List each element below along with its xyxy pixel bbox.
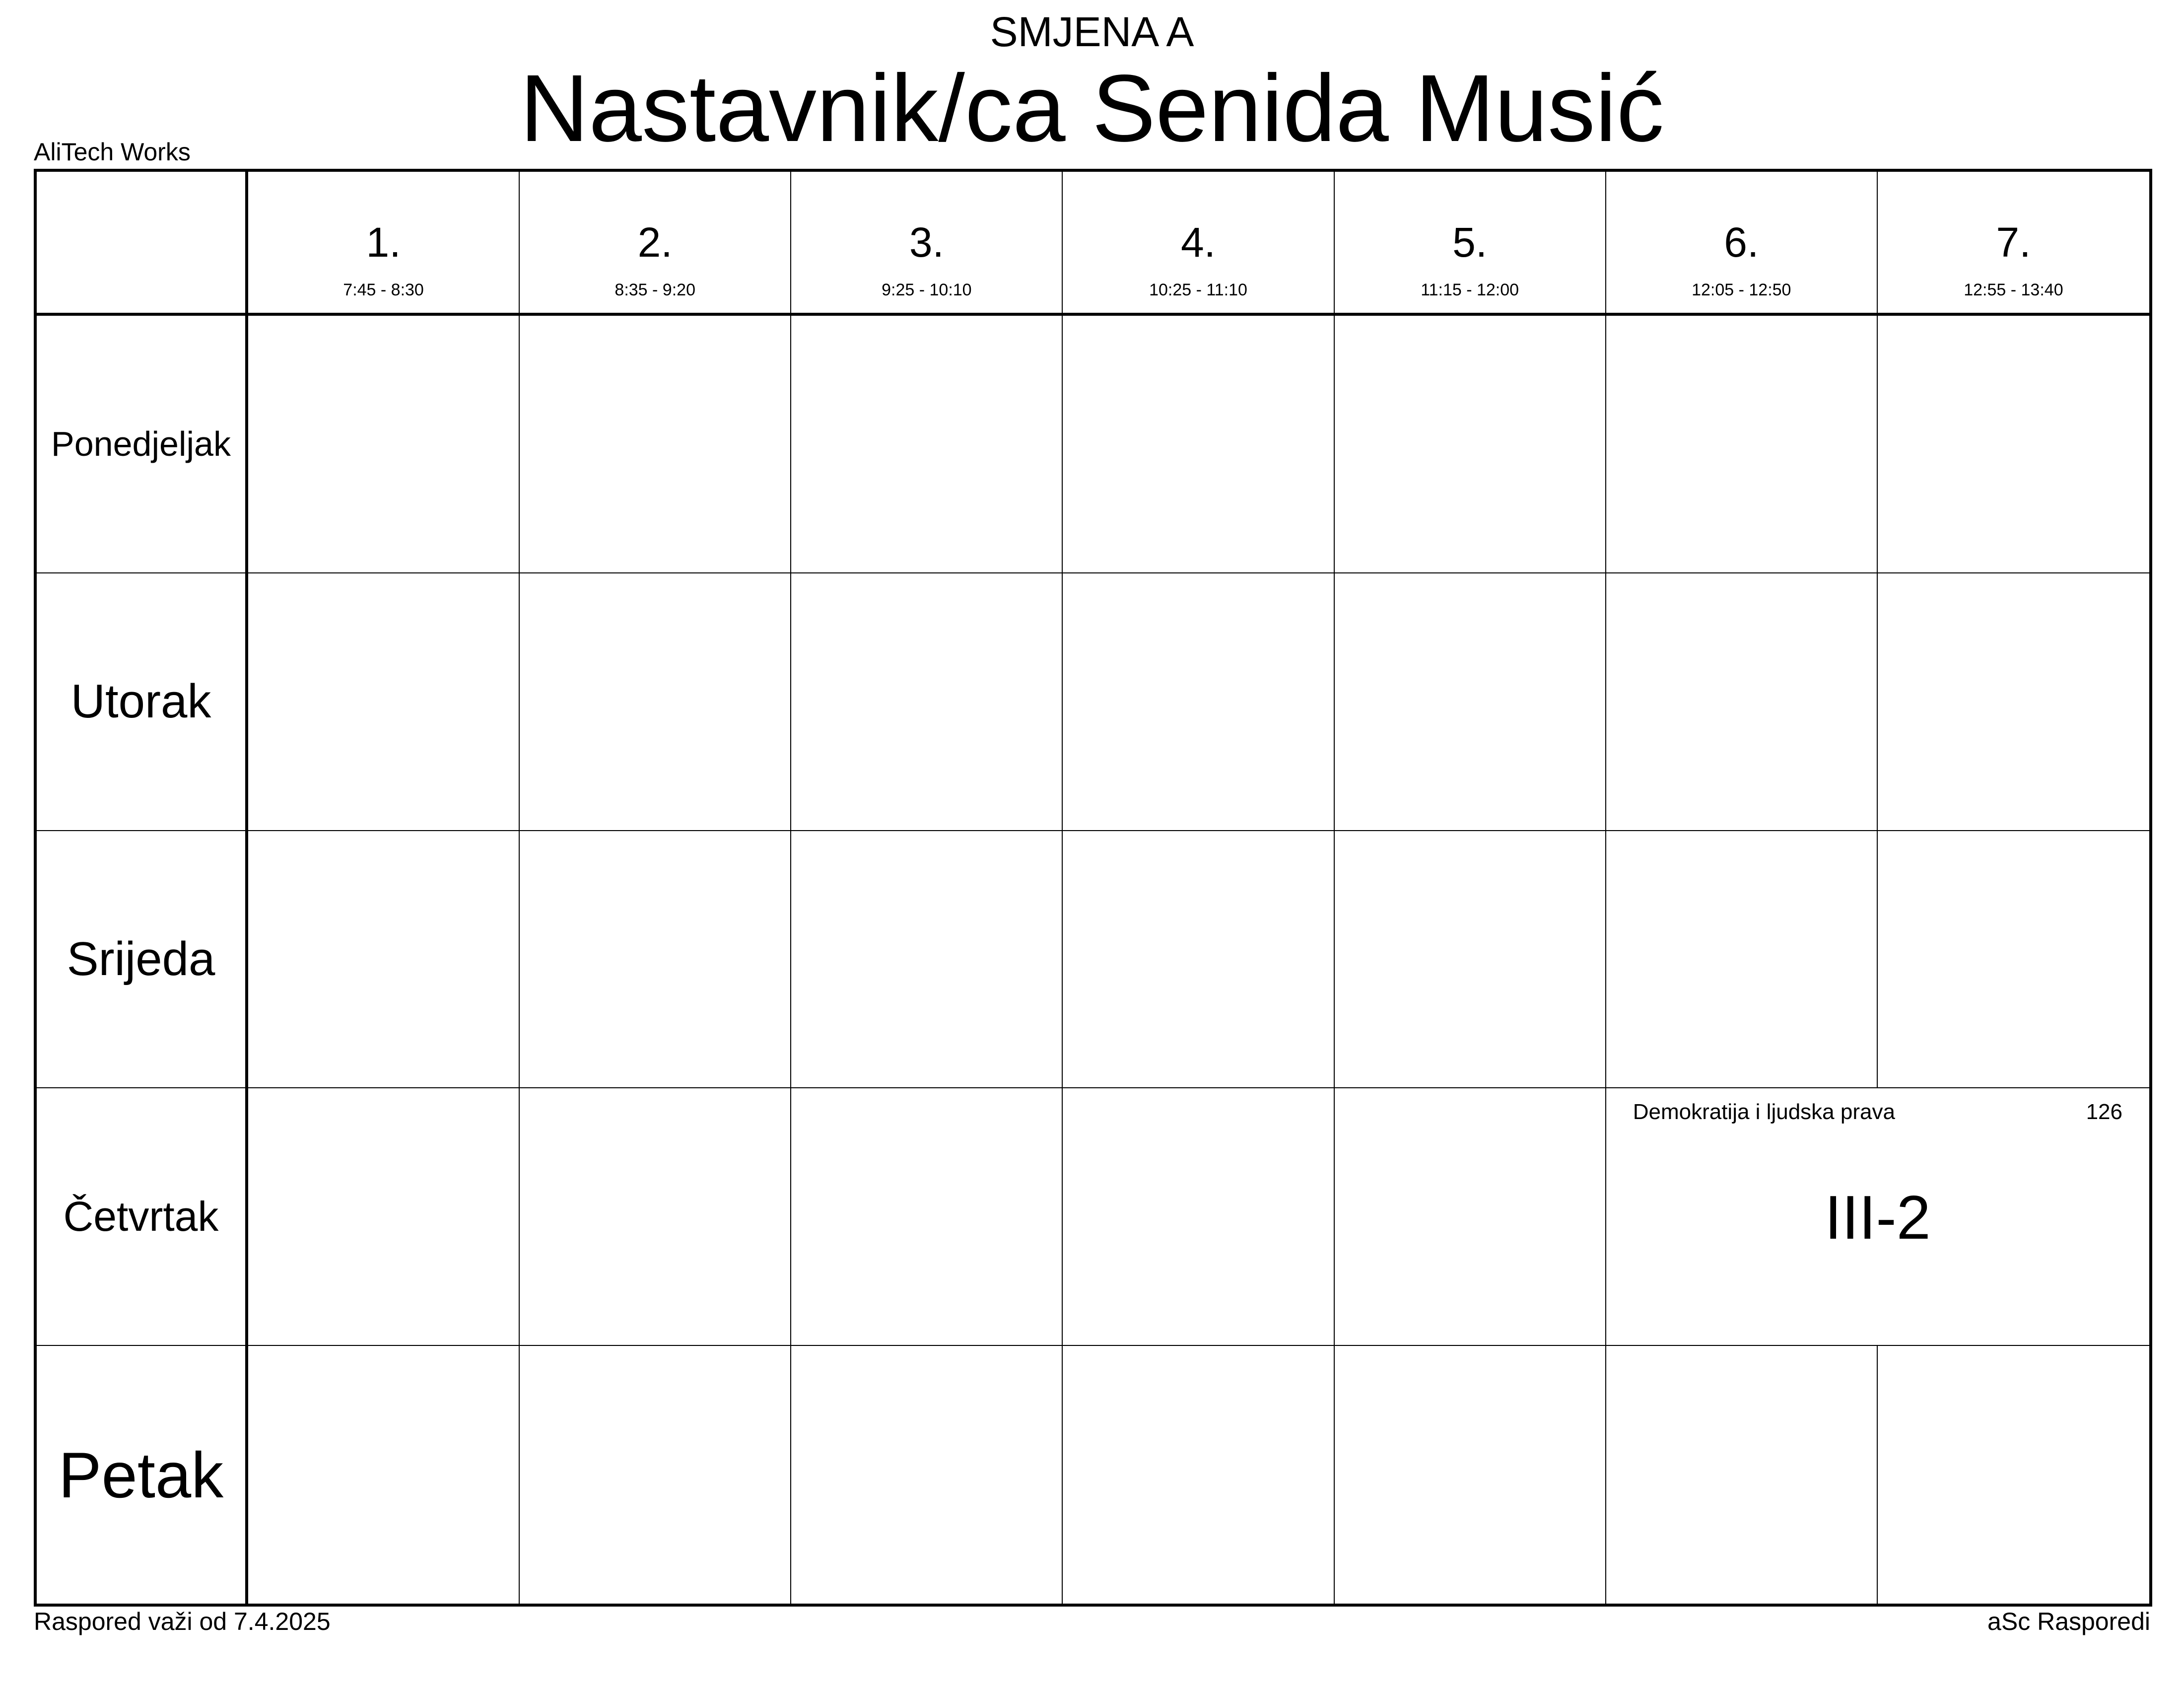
period-header-7: 7. 12:55 - 13:40	[1877, 172, 2149, 316]
slot-cell	[520, 831, 792, 1089]
lesson-subject: Demokratija i ljudska prava	[1633, 1100, 1895, 1125]
period-header-6: 6. 12:05 - 12:50	[1606, 172, 1878, 316]
period-number: 2.	[637, 219, 673, 266]
timetable-grid: 1. 7:45 - 8:30 2. 8:35 - 9:20 3. 9:25 - …	[34, 169, 2152, 1607]
slot-cell	[520, 1088, 792, 1346]
period-time: 12:05 - 12:50	[1692, 281, 1791, 299]
slot-cell	[520, 316, 792, 573]
period-number: 4.	[1180, 219, 1216, 266]
slot-cell	[791, 831, 1063, 1089]
period-number: 7.	[1996, 219, 2031, 266]
lesson-card[interactable]: Demokratija i ljudska prava 126 III-2	[1606, 1088, 2149, 1346]
period-header-4: 4. 10:25 - 11:10	[1063, 172, 1335, 316]
period-number: 1.	[366, 219, 401, 266]
slot-cell	[1063, 573, 1335, 831]
slot-cell	[520, 573, 792, 831]
slot-cell	[248, 573, 520, 831]
slot-cell	[791, 1088, 1063, 1346]
period-time: 9:25 - 10:10	[882, 281, 972, 299]
slot-cell	[1063, 831, 1335, 1089]
slot-cell	[1334, 831, 1606, 1089]
slot-cell	[248, 831, 520, 1089]
slot-cell	[1877, 831, 2149, 1089]
slot-cell	[1606, 573, 1878, 831]
valid-from-note: Raspored važi od 7.4.2025	[34, 1608, 331, 1635]
page-title: Nastavnik/ca Senida Musić	[520, 55, 1664, 161]
period-number: 6.	[1724, 219, 1759, 266]
slot-cell	[1334, 316, 1606, 573]
period-number: 5.	[1452, 219, 1488, 266]
slot-cell	[1334, 1088, 1606, 1346]
slot-cell	[791, 316, 1063, 573]
lesson-class: III-2	[1825, 1184, 1931, 1253]
slot-cell	[1606, 831, 1878, 1089]
slot-cell	[1063, 316, 1335, 573]
period-time: 11:15 - 12:00	[1421, 281, 1519, 299]
period-header-1: 1. 7:45 - 8:30	[248, 172, 520, 316]
period-header-5: 5. 11:15 - 12:00	[1334, 172, 1606, 316]
shift-label: SMJENA A	[990, 8, 1194, 55]
slot-cell	[791, 573, 1063, 831]
corner-cell	[37, 172, 248, 316]
day-label-monday: Ponedjeljak	[37, 316, 248, 573]
slot-cell	[520, 1346, 792, 1604]
lesson-room: 126	[2086, 1100, 2122, 1125]
slot-cell	[1063, 1088, 1335, 1346]
slot-cell	[248, 1088, 520, 1346]
slot-cell	[1334, 573, 1606, 831]
slot-cell	[1063, 1346, 1335, 1604]
school-name: AliTech Works	[34, 138, 191, 166]
period-time: 12:55 - 13:40	[1964, 281, 2063, 299]
slot-cell	[1606, 316, 1878, 573]
period-header-3: 3. 9:25 - 10:10	[791, 172, 1063, 316]
day-label-tuesday: Utorak	[37, 573, 248, 831]
software-credit: aSc Rasporedi	[1987, 1608, 2150, 1635]
slot-cell	[1877, 573, 2149, 831]
slot-cell	[791, 1346, 1063, 1604]
period-time: 8:35 - 9:20	[614, 281, 695, 299]
day-label-thursday: Četvrtak	[37, 1088, 248, 1346]
slot-cell	[248, 316, 520, 573]
period-time: 7:45 - 8:30	[343, 281, 424, 299]
period-number: 3.	[909, 219, 944, 266]
period-time: 10:25 - 11:10	[1149, 281, 1247, 299]
slot-cell	[1878, 1346, 2149, 1604]
slot-cell	[1335, 1346, 1606, 1604]
slot-cell	[1606, 1346, 1878, 1604]
slot-cell	[248, 1346, 520, 1604]
day-label-wednesday: Srijeda	[37, 831, 248, 1089]
slot-cell	[1877, 316, 2149, 573]
day-label-friday: Petak	[37, 1346, 248, 1604]
period-header-2: 2. 8:35 - 9:20	[520, 172, 792, 316]
